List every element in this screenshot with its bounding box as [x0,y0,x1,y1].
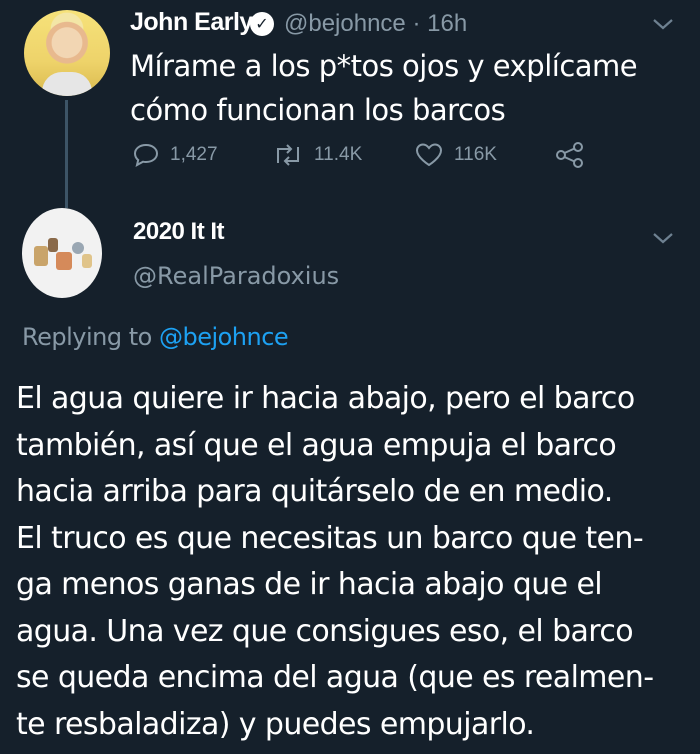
timestamp[interactable]: 16h [427,10,467,37]
mention-link[interactable]: @bejohnce [159,323,289,351]
heart-icon [415,143,443,167]
tweet-text: Mírame a los p*tos ojos y explícame cómo… [130,49,638,127]
verified-badge-icon: ✓ [250,12,274,36]
chevron-down-icon[interactable] [652,226,674,250]
reply-text: El agua quiere ir hacia abajo, pero el b… [16,381,654,742]
author-handle-and-time: @bejohnce · 16h [284,10,467,38]
separator: · [412,10,421,37]
retweet-button[interactable]: 11.4K [272,140,362,170]
share-button[interactable] [555,140,595,170]
author-handle[interactable]: @bejohnce [284,10,406,37]
like-count: 116K [454,144,497,165]
reply-count: 1,427 [170,144,218,165]
replying-prefix: Replying to [22,323,152,351]
replying-to: Replying to @bejohnce [22,323,289,351]
chevron-down-icon[interactable] [652,12,674,36]
avatar[interactable] [22,208,102,298]
like-button[interactable]: 116K [414,140,497,170]
thread-line [65,100,68,208]
retweet-icon [277,144,299,166]
reply-icon [133,143,159,167]
author-name[interactable]: 2020 It It [133,218,225,246]
avatar[interactable] [24,10,110,96]
share-icon [556,142,583,168]
reply-button[interactable]: 1,427 [132,140,218,170]
retweet-count: 11.4K [314,144,363,165]
author-handle[interactable]: @RealParadoxius [133,262,339,290]
author-name[interactable]: John Early [130,8,253,37]
